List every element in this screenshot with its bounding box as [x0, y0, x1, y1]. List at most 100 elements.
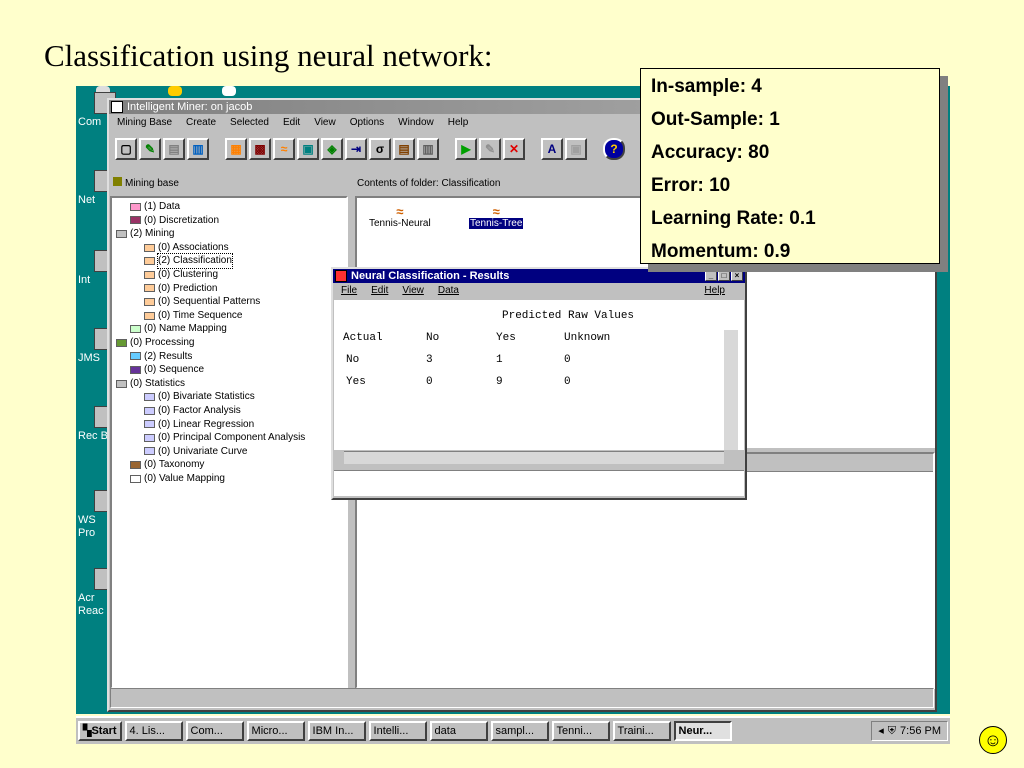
minimize-button[interactable]: _: [705, 270, 717, 281]
tree-item[interactable]: (0) Processing: [116, 336, 342, 350]
tree-item-label: (0) Sequence: [144, 364, 205, 376]
data-icon[interactable]: ▦: [225, 138, 247, 160]
tree-item[interactable]: (0) Associations: [116, 241, 342, 255]
taxonomy-icon[interactable]: ▤: [393, 138, 415, 160]
menu-edit[interactable]: Edit: [371, 283, 388, 299]
vertical-scrollbar[interactable]: [724, 330, 738, 450]
horizontal-scrollbar[interactable]: [344, 451, 724, 464]
tree-item-label: (0) Clustering: [158, 268, 219, 280]
results-status-area: [334, 470, 744, 496]
desktop-top-icon-2[interactable]: [168, 86, 182, 96]
stat-learning-rate: Learning Rate: 0.1: [651, 208, 816, 229]
desktop-icon-ws-pro[interactable]: WS Pro: [78, 490, 116, 540]
taskbar-item[interactable]: 4. Lis...: [124, 721, 183, 741]
tree-item-label: (0) Taxonomy: [144, 459, 205, 471]
font-icon[interactable]: A: [541, 138, 563, 160]
processing-icon[interactable]: ◈: [321, 138, 343, 160]
results-titlebar[interactable]: Neural Classification - Results _ □ ×: [333, 269, 745, 283]
file-tennis-neural[interactable]: ≈ Tennis-Neural: [369, 205, 431, 229]
tree-item[interactable]: (0) Prediction: [116, 282, 342, 296]
name-mapping-icon[interactable]: ▣: [297, 138, 319, 160]
tree-item[interactable]: (0) Bivariate Statistics: [116, 390, 342, 404]
menu-help[interactable]: Help: [448, 114, 469, 132]
desktop-top-icon-3[interactable]: [222, 86, 236, 96]
file-tennis-tree[interactable]: ≈ Tennis-Tree: [469, 204, 524, 229]
folder-icon: [144, 433, 155, 442]
tree-item[interactable]: (0) Univariate Curve: [116, 445, 342, 459]
mining-wave-icon: ≈: [492, 204, 500, 219]
edit-icon[interactable]: ✎: [139, 138, 161, 160]
tree-item[interactable]: (2) Classification: [116, 253, 342, 269]
speaker-icon[interactable]: ◂: [878, 722, 884, 740]
tree-item[interactable]: (0) Factor Analysis: [116, 404, 342, 418]
settings-icon[interactable]: ✎: [479, 138, 501, 160]
menu-options[interactable]: Options: [350, 114, 384, 132]
help-icon[interactable]: ?: [603, 138, 625, 160]
menu-window[interactable]: Window: [398, 114, 434, 132]
tree-item-label: (0) Principal Component Analysis: [158, 432, 306, 444]
menu-create[interactable]: Create: [186, 114, 216, 132]
tree-item[interactable]: (0) Sequential Patterns: [116, 295, 342, 309]
tree-item[interactable]: (0) Statistics: [116, 377, 342, 391]
desktop-icon-jms[interactable]: JMS: [78, 328, 116, 365]
taskbar-item[interactable]: Micro...: [246, 721, 305, 741]
tree-item-label: (0) Discretization: [144, 214, 220, 226]
tree-item[interactable]: (0) Sequence: [116, 363, 342, 377]
neural-icon: [335, 270, 347, 282]
start-button[interactable]: ▚Start: [78, 721, 122, 741]
tree-item[interactable]: (0) Name Mapping: [116, 322, 342, 336]
run-icon[interactable]: ▶: [455, 138, 477, 160]
paste-icon[interactable]: ▥: [187, 138, 209, 160]
tree-item[interactable]: (0) Clustering: [116, 268, 342, 282]
tree-item[interactable]: (0) Discretization: [116, 214, 342, 228]
tree-item[interactable]: (2) Results: [116, 350, 342, 364]
discretization-icon[interactable]: ▩: [249, 138, 271, 160]
stat-in-sample: In-sample: 4: [651, 76, 762, 97]
tree-item[interactable]: (0) Value Mapping: [116, 472, 342, 486]
maximize-button[interactable]: □: [718, 270, 730, 281]
tree-item[interactable]: (2) Mining: [116, 227, 342, 241]
taskbar-item[interactable]: Intelli...: [368, 721, 427, 741]
taskbar-item[interactable]: sampl...: [490, 721, 549, 741]
taskbar-item[interactable]: Traini...: [612, 721, 671, 741]
clock[interactable]: 7:56 PM: [900, 722, 941, 740]
taskbar-item[interactable]: data: [429, 721, 488, 741]
taskbar-item[interactable]: Tenni...: [551, 721, 610, 741]
taskbar-item[interactable]: Neur...: [673, 721, 732, 741]
new-icon[interactable]: ▢: [115, 138, 137, 160]
desktop-icon-network[interactable]: Net: [78, 170, 116, 207]
menu-file[interactable]: File: [341, 283, 357, 299]
menu-data[interactable]: Data: [438, 283, 459, 299]
taskbar-item[interactable]: IBM In...: [307, 721, 366, 741]
folder-icon: [130, 352, 141, 361]
copy-icon[interactable]: ▤: [163, 138, 185, 160]
tree-item-label: (0) Sequential Patterns: [158, 296, 261, 308]
desktop-icon-recycle-bin[interactable]: Rec B: [78, 406, 116, 443]
desktop-icon-computer[interactable]: Com: [78, 92, 116, 129]
delete-icon[interactable]: ✕: [503, 138, 525, 160]
desktop-icon-internet[interactable]: Int: [78, 250, 116, 287]
menu-help[interactable]: Help: [704, 283, 725, 299]
tree-item[interactable]: (1) Data: [116, 200, 342, 214]
close-button[interactable]: ×: [731, 270, 743, 281]
shield-icon[interactable]: ⛨: [888, 722, 896, 740]
tree-item[interactable]: (0) Principal Component Analysis: [116, 431, 342, 445]
tree-item[interactable]: (0) Time Sequence: [116, 309, 342, 323]
value-mapping-icon[interactable]: ▥: [417, 138, 439, 160]
mining-icon[interactable]: ≈: [273, 138, 295, 160]
tree-item[interactable]: (0) Taxonomy: [116, 458, 342, 472]
menu-view[interactable]: View: [314, 114, 336, 132]
menu-selected[interactable]: Selected: [230, 114, 269, 132]
menu-view[interactable]: View: [402, 283, 424, 299]
menu-edit[interactable]: Edit: [283, 114, 300, 132]
col-header: Actual: [343, 332, 383, 344]
tree-item-label: (0) Factor Analysis: [158, 404, 241, 416]
disabled-tool-icon[interactable]: ▣: [565, 138, 587, 160]
tree-item[interactable]: (0) Linear Regression: [116, 418, 342, 432]
table-cell: 0: [426, 376, 433, 388]
statistics-icon[interactable]: σ: [369, 138, 391, 160]
taskbar-item[interactable]: Com...: [185, 721, 244, 741]
menu-mining-base[interactable]: Mining Base: [117, 114, 172, 132]
desktop-icon-acrobat[interactable]: Acr Reac: [78, 568, 116, 618]
results-icon[interactable]: ⇥: [345, 138, 367, 160]
